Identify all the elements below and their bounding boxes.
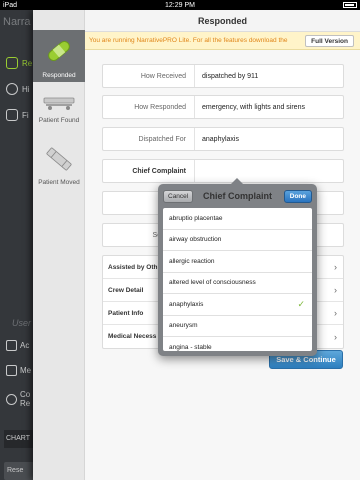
step-label: Responded	[42, 72, 76, 79]
timer-icon	[6, 393, 17, 405]
step-label: Patient Found	[38, 117, 80, 124]
mail-icon	[6, 365, 17, 376]
complaint-list[interactable]: abruptio placentae airway obstruction al…	[163, 208, 312, 351]
chevron-right-icon: ›	[334, 308, 337, 318]
step-patient-found[interactable]: Patient Found	[33, 95, 85, 135]
done-button[interactable]: Done	[283, 190, 312, 203]
user-heading: User	[12, 318, 32, 328]
list-item[interactable]: aneurysm	[163, 316, 312, 337]
bg-nav-item-responded[interactable]: Re	[0, 50, 36, 76]
field-dispatched-for[interactable]: Dispatched For anaphylaxis	[102, 127, 344, 151]
bg-nav-item-config[interactable]: Co Re	[6, 390, 34, 408]
calendar-icon	[6, 340, 17, 351]
status-bar: iPad 12:29 PM	[0, 0, 360, 10]
clipboard-icon	[6, 109, 18, 121]
field-label: How Responded	[103, 96, 195, 118]
clock-icon	[6, 83, 18, 95]
full-version-button[interactable]: Full Version	[305, 35, 354, 47]
field-value: emergency, with lights and sirens	[202, 103, 305, 111]
chief-complaint-popover: Cancel Chief Complaint Done abruptio pla…	[158, 178, 317, 356]
list-item[interactable]: allergic reaction	[163, 251, 312, 273]
popover-title: Chief Complaint	[203, 191, 272, 201]
field-label: Dispatched For	[103, 128, 195, 150]
bg-nav-item-files[interactable]: Fi	[0, 102, 36, 128]
chevron-right-icon: ›	[334, 331, 337, 342]
clock: 12:29 PM	[165, 1, 195, 9]
lite-banner: You are running NarrativePRO Lite. For a…	[85, 32, 360, 50]
background-nav: Re Hi Fi	[0, 50, 36, 128]
step-responded[interactable]: Responded	[33, 30, 85, 82]
bg-nav-item-messages[interactable]: Me	[6, 365, 34, 376]
checkmark-icon: ✓	[297, 298, 305, 309]
list-item[interactable]: airway obstruction	[163, 230, 312, 251]
step-sidebar: Responded Patient Found Patient Moved	[33, 10, 85, 480]
field-value: anaphylaxis	[202, 135, 239, 143]
popover-header: Cancel Chief Complaint Done	[158, 184, 317, 208]
field-how-responded[interactable]: How Responded emergency, with lights and…	[102, 95, 344, 119]
step-label: Patient Moved	[38, 179, 80, 186]
pen-icon	[6, 57, 18, 69]
cancel-button[interactable]: Cancel	[163, 190, 194, 203]
bg-nav-item-account[interactable]: Ac	[6, 340, 34, 351]
field-value: dispatched by 911	[202, 72, 259, 80]
list-item[interactable]: abruptio placentae	[163, 208, 312, 230]
field-label: Chief Complaint	[103, 160, 195, 182]
banner-message: You are running NarrativePRO Lite. For a…	[89, 37, 288, 44]
stretcher-icon	[43, 97, 75, 110]
splint-icon	[46, 147, 72, 171]
field-label: How Received	[103, 65, 195, 87]
list-item-selected[interactable]: anaphylaxis ✓	[163, 294, 312, 316]
chevron-right-icon: ›	[334, 285, 337, 295]
field-how-received[interactable]: How Received dispatched by 911	[102, 64, 344, 88]
bg-nav-item-history[interactable]: Hi	[0, 76, 36, 102]
battery-icon	[341, 1, 357, 9]
respond-button[interactable]: Rese	[4, 462, 34, 480]
chart-tab[interactable]: CHART	[4, 430, 34, 448]
list-item[interactable]: altered level of consciousness	[163, 273, 312, 294]
bandage-icon	[48, 41, 70, 61]
step-patient-moved[interactable]: Patient Moved	[33, 145, 85, 189]
app-title: Narra	[3, 16, 31, 28]
chevron-right-icon: ›	[334, 262, 337, 272]
field-chief-complaint[interactable]: Chief Complaint	[102, 159, 344, 183]
list-item[interactable]: angina - stable	[163, 337, 312, 351]
sheet-title: Responded	[85, 10, 360, 32]
